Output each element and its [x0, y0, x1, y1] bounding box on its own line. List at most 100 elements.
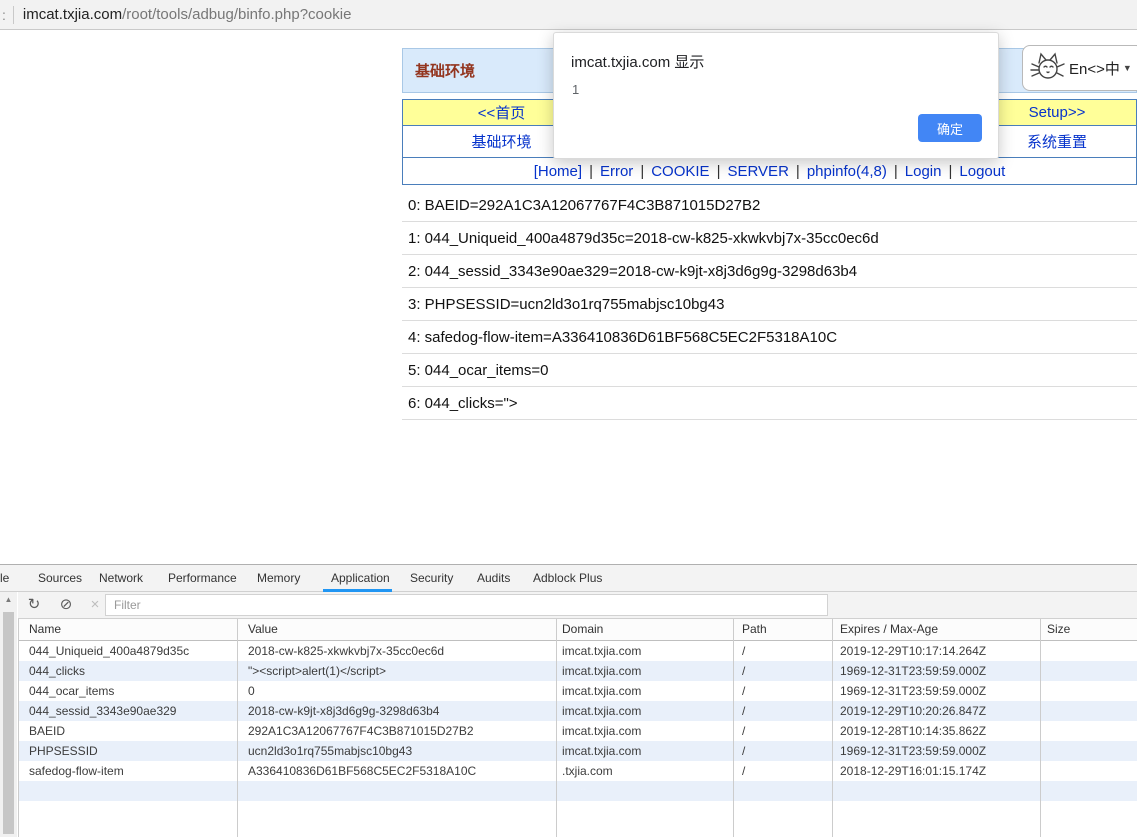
cell-path: / [742, 661, 829, 681]
nav-link-home-bracket[interactable]: [Home] [534, 163, 582, 180]
left-scrollbar[interactable]: ▲ [0, 592, 17, 837]
language-selector[interactable]: En<>中 ▼ [1022, 45, 1137, 91]
page-title: 基础环境 [415, 60, 475, 81]
cookies-table: Name Value Domain Path Expires / Max-Age… [18, 619, 1137, 837]
cell-name: 044_sessid_3343e90ae329 [29, 701, 234, 721]
cell-size [1047, 681, 1132, 701]
nav-link-logout[interactable]: Logout [959, 163, 1005, 180]
column-header-expires[interactable]: Expires / Max-Age [840, 619, 1044, 640]
language-label: En<>中 [1069, 58, 1120, 79]
cookies-toolbar: ↻ ⊘ × [18, 592, 1137, 619]
cell-path: / [742, 681, 829, 701]
column-header-size[interactable]: Size [1047, 619, 1132, 640]
cell-value: 0 [248, 681, 553, 701]
refresh-icon[interactable]: ↻ [25, 592, 43, 618]
cell-name: PHPSESSID [29, 741, 234, 761]
url-text[interactable]: imcat.txjia.com/root/tools/adbug/binfo.p… [23, 6, 352, 23]
cell-value: 2018-cw-k825-xkwkvbj7x-35cc0ec6d [248, 641, 553, 661]
link-separator: | [717, 163, 721, 180]
url-domain: imcat.txjia.com [23, 6, 122, 23]
nav-cell-setup: Setup>> [978, 100, 1136, 125]
cell-name: 044_ocar_items [29, 681, 234, 701]
nav-link-server[interactable]: SERVER [727, 163, 788, 180]
table-row[interactable]: safedog-flow-item A336410836D61BF568C5EC… [18, 761, 1137, 781]
nav-link-setup[interactable]: Setup>> [1029, 104, 1086, 121]
tab-network[interactable]: Network [99, 565, 143, 591]
nav-link-basic-env[interactable]: 基础环境 [471, 131, 531, 152]
tab-security[interactable]: Security [410, 565, 453, 591]
cell-name: BAEID [29, 721, 234, 741]
cell-size [1047, 701, 1132, 721]
cell-expires: 1969-12-31T23:59:59.000Z [840, 661, 1044, 681]
cell-size [1047, 641, 1132, 661]
nav-link-login[interactable]: Login [905, 163, 942, 180]
nav-link-home[interactable]: <<首页 [478, 102, 526, 123]
cell-path: / [742, 741, 829, 761]
nav-link-cookie[interactable]: COOKIE [651, 163, 709, 180]
cookie-list-item: 4: safedog-flow-item=A336410836D61BF568C… [402, 321, 1137, 354]
url-bar[interactable]: : imcat.txjia.com/root/tools/adbug/binfo… [0, 0, 1137, 30]
cell-size [1047, 661, 1132, 681]
nav-links-row: [Home] | Error | COOKIE | SERVER | phpin… [403, 158, 1136, 184]
tab-console-fragment[interactable]: le [0, 565, 9, 591]
cat-logo-icon [1029, 50, 1065, 86]
cell-domain: imcat.txjia.com [562, 721, 730, 741]
cell-path: / [742, 721, 829, 741]
table-row[interactable]: PHPSESSID ucn2ld3o1rq755mabjsc10bg43 imc… [18, 741, 1137, 761]
tab-application[interactable]: Application [331, 565, 390, 591]
cell-domain: imcat.txjia.com [562, 661, 730, 681]
column-header-domain[interactable]: Domain [562, 619, 730, 640]
alert-ok-button[interactable]: 确定 [918, 114, 982, 142]
scrollbar-thumb[interactable] [3, 612, 14, 834]
tab-adblock-plus[interactable]: Adblock Plus [533, 565, 602, 591]
cell-value: "><script>alert(1)</script> [248, 661, 553, 681]
cell-expires: 2019-12-29T10:20:26.847Z [840, 701, 1044, 721]
nav-link-phpinfo[interactable]: phpinfo(4,8) [807, 163, 887, 180]
devtools-tab-bar: le Sources Network Performance Memory Ap… [0, 565, 1137, 592]
table-row[interactable]: 044_Uniqueid_400a4879d35c 2018-cw-k825-x… [18, 641, 1137, 661]
cell-expires: 2019-12-29T10:17:14.264Z [840, 641, 1044, 661]
link-separator: | [948, 163, 952, 180]
cookie-list: 0: BAEID=292A1C3A12067767F4C3B871015D27B… [402, 189, 1137, 420]
cell-domain: imcat.txjia.com [562, 681, 730, 701]
column-header-value[interactable]: Value [248, 619, 553, 640]
table-row[interactable]: 044_sessid_3343e90ae329 2018-cw-k9jt-x8j… [18, 701, 1137, 721]
cell-path: / [742, 641, 829, 661]
column-header-path[interactable]: Path [742, 619, 829, 640]
cookie-list-item: 3: PHPSESSID=ucn2ld3o1rq755mabjsc10bg43 [402, 288, 1137, 321]
table-row[interactable]: BAEID 292A1C3A12067767F4C3B871015D27B2 i… [18, 721, 1137, 741]
cookie-list-item: 1: 044_Uniqueid_400a4879d35c=2018-cw-k82… [402, 222, 1137, 255]
cell-value: ucn2ld3o1rq755mabjsc10bg43 [248, 741, 553, 761]
cell-name: safedog-flow-item [29, 761, 234, 781]
tab-performance[interactable]: Performance [168, 565, 237, 591]
column-header-name[interactable]: Name [29, 619, 234, 640]
tab-memory[interactable]: Memory [257, 565, 300, 591]
scroll-up-arrow-icon[interactable]: ▲ [0, 592, 17, 608]
filter-input[interactable] [105, 594, 828, 616]
link-separator: | [640, 163, 644, 180]
cell-domain: imcat.txjia.com [562, 741, 730, 761]
cookie-list-item: 0: BAEID=292A1C3A12067767F4C3B871015D27B… [402, 189, 1137, 222]
clear-cookies-icon[interactable]: ⊘ [57, 592, 75, 618]
cell-size [1047, 721, 1132, 741]
cell-value: A336410836D61BF568C5EC2F5318A10C [248, 761, 553, 781]
cell-path: / [742, 761, 829, 781]
nav-link-system-reset[interactable]: 系统重置 [1027, 131, 1087, 152]
nav-link-error[interactable]: Error [600, 163, 633, 180]
cell-size [1047, 741, 1132, 761]
cell-domain: imcat.txjia.com [562, 641, 730, 661]
tab-audits[interactable]: Audits [477, 565, 510, 591]
cell-name: 044_Uniqueid_400a4879d35c [29, 641, 234, 661]
cell-expires: 2019-12-28T10:14:35.862Z [840, 721, 1044, 741]
table-row-empty [18, 781, 1137, 801]
cell-domain: .txjia.com [562, 761, 730, 781]
delete-icon[interactable]: × [86, 592, 104, 618]
url-divider [13, 6, 14, 24]
alert-dialog-title: imcat.txjia.com 显示 [571, 51, 704, 72]
cell-value: 292A1C3A12067767F4C3B871015D27B2 [248, 721, 553, 741]
tab-sources[interactable]: Sources [38, 565, 82, 591]
cookie-list-item: 5: 044_ocar_items=0 [402, 354, 1137, 387]
cell-domain: imcat.txjia.com [562, 701, 730, 721]
table-row[interactable]: 044_ocar_items 0 imcat.txjia.com / 1969-… [18, 681, 1137, 701]
table-row[interactable]: 044_clicks "><script>alert(1)</script> i… [18, 661, 1137, 681]
